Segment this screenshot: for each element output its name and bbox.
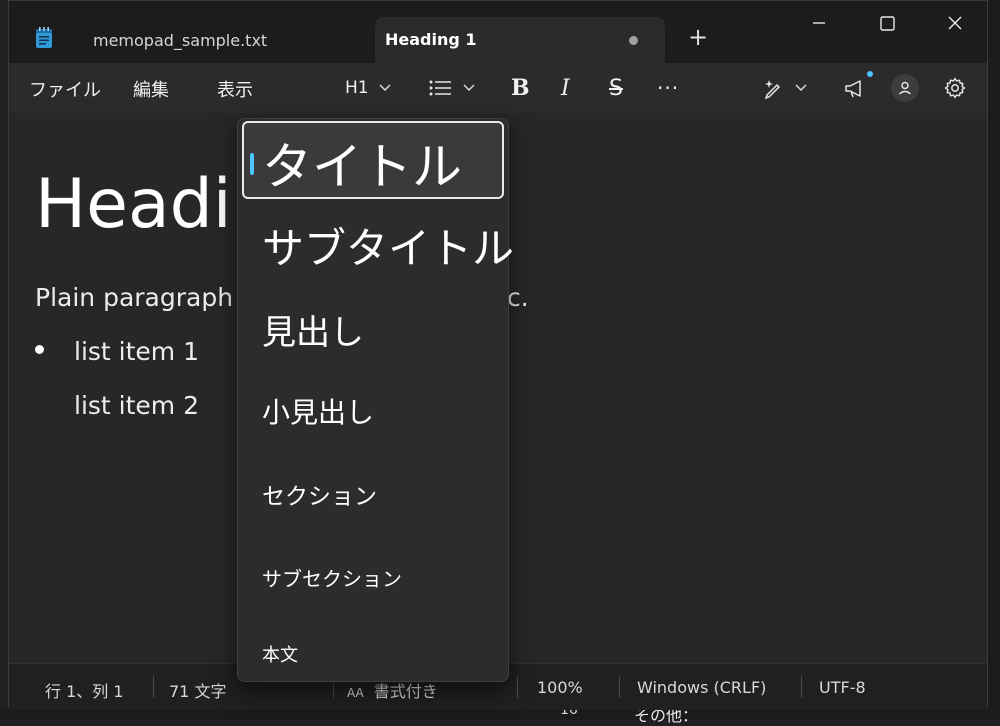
menu-file[interactable]: ファイル (29, 76, 101, 102)
chevron-down-icon (379, 84, 391, 91)
desktop-background-right (988, 0, 1000, 720)
menu-item-label: 本文 (262, 645, 298, 666)
menu-item-subheading[interactable]: 小見出し (238, 375, 508, 455)
list-item[interactable]: list item 2 (74, 391, 199, 420)
more-options-button[interactable]: ··· (657, 71, 679, 105)
cursor-position: 行 1、列 1 (45, 682, 124, 701)
text-size-icon: AA (347, 686, 364, 700)
avatar (891, 74, 919, 102)
account-button[interactable] (891, 71, 919, 105)
bulleted-list-icon (429, 80, 451, 96)
heading-level-dropdown[interactable]: H1 (345, 71, 391, 105)
menu-item-subtitle[interactable]: サブタイトル (238, 205, 514, 287)
tab-label: memopad_sample.txt (93, 31, 268, 50)
minimize-button[interactable] (805, 9, 833, 37)
bullet-icon (35, 345, 44, 354)
new-tab-button[interactable]: + (687, 25, 709, 49)
megaphone-icon (845, 80, 861, 98)
menu-item-title[interactable]: タイトル (242, 121, 504, 199)
document-heading[interactable]: Headi (35, 165, 232, 244)
menu-item-heading[interactable]: 見出し (238, 291, 508, 371)
document-paragraph[interactable]: Plain paragraph (35, 283, 233, 312)
strikethrough-button[interactable]: S (609, 71, 623, 105)
encoding[interactable]: UTF-8 (819, 678, 866, 697)
gear-icon (944, 77, 966, 99)
document-paragraph-end[interactable]: c. (507, 283, 529, 312)
selection-indicator (250, 153, 254, 175)
tab-memopad-sample[interactable]: memopad_sample.txt (65, 17, 365, 63)
notepad-app-icon (36, 27, 52, 48)
menu-bar: ファイル 編集 表示 H1 B I S ··· (9, 63, 987, 114)
italic-button[interactable]: I (561, 71, 570, 105)
menu-item-label: タイトル (262, 138, 462, 196)
status-divider (619, 676, 620, 698)
heading-level-label: H1 (345, 78, 369, 98)
heading-style-menu: タイトル サブタイトル 見出し 小見出し セクション サブセクション 本文 (237, 118, 514, 682)
copilot-rewrite-dropdown[interactable] (761, 71, 807, 105)
line-ending[interactable]: Windows (CRLF) (637, 678, 766, 697)
title-bar: memopad_sample.txt Heading 1 + (9, 1, 987, 63)
menu-item-label: サブセクション (262, 567, 402, 591)
list-format-dropdown[interactable] (429, 71, 475, 105)
person-icon (899, 81, 911, 95)
status-divider (153, 676, 154, 698)
menu-view[interactable]: 表示 (217, 76, 253, 102)
menu-item-body[interactable]: 本文 (238, 623, 508, 679)
tab-heading-1[interactable]: Heading 1 (375, 17, 665, 63)
close-button[interactable] (941, 9, 969, 37)
menu-item-label: 小見出し (262, 396, 375, 429)
chevron-down-icon (463, 84, 475, 91)
unsaved-dot-icon[interactable] (629, 36, 638, 45)
whats-new-button[interactable] (843, 71, 873, 105)
zoom-level[interactable]: 100% (537, 678, 583, 697)
chevron-down-icon (795, 84, 807, 91)
menu-item-label: セクション (262, 484, 377, 510)
menu-item-section[interactable]: セクション (238, 459, 508, 539)
status-divider (801, 676, 802, 698)
menu-item-subsection[interactable]: サブセクション (238, 543, 508, 623)
list-item[interactable]: list item 1 (74, 337, 199, 366)
bold-button[interactable]: B (511, 71, 530, 105)
format-label: 書式付き (373, 682, 438, 701)
maximize-button[interactable] (873, 9, 901, 37)
menu-item-label: サブタイトル (262, 224, 515, 273)
tab-label: Heading 1 (385, 30, 477, 49)
settings-button[interactable] (943, 71, 967, 105)
character-count: 71 文字 (169, 682, 227, 701)
menu-item-label: 見出し (262, 313, 364, 353)
menu-edit[interactable]: 編集 (133, 76, 169, 102)
status-divider (517, 676, 518, 698)
notification-dot (867, 71, 873, 77)
pen-sparkle-icon (764, 80, 781, 100)
